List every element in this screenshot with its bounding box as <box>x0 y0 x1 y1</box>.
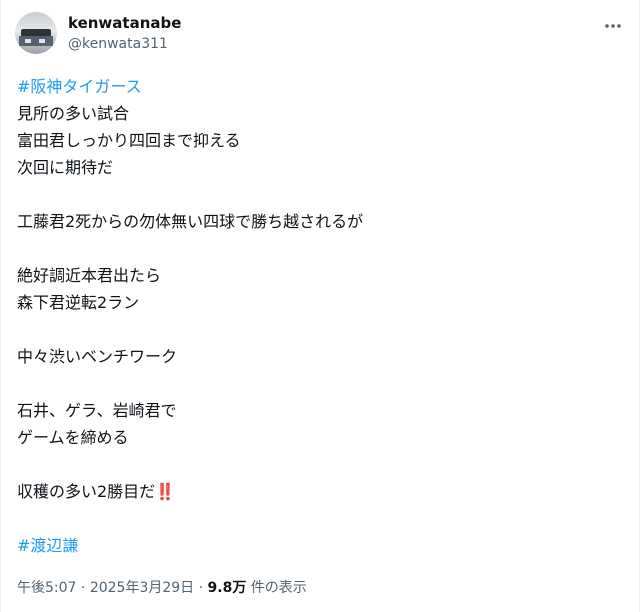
post-text-line: 中々渋いベンチワーク <box>17 343 617 370</box>
post-text-line: 石井、ゲラ、岩崎君で <box>17 397 617 424</box>
post-line-text: 森下君逆転2ラン <box>17 293 140 312</box>
post-text-line: 森下君逆転2ラン <box>17 289 617 316</box>
author-display-name[interactable]: kenwatanabe <box>68 13 181 33</box>
post-text-line: 次回に期待だ <box>17 154 617 181</box>
post-time[interactable]: 午後5:07 <box>17 580 76 596</box>
post-line-text: 絶好調近本君出たら <box>17 266 162 285</box>
post-line-text: 富田君しっかり四回まで抑える <box>17 131 241 150</box>
post-text-line: 見所の多い試合 <box>17 100 617 127</box>
post-line-text: 収穫の多い2勝目だ <box>17 482 156 501</box>
hashtag-link[interactable]: #阪神タイガース <box>17 73 617 100</box>
post-text: #阪神タイガース 見所の多い試合富田君しっかり四回まで抑える 次回に期待だ工藤君2死… <box>17 73 617 559</box>
meta-separator: · <box>76 580 90 596</box>
post-text-line: 絶好調近本君出たら <box>17 262 617 289</box>
post-text-line: 工藤君2死からの勿体無い四球で勝ち越されるが <box>17 208 617 235</box>
double-exclamation-emoji-icon: ‼️ <box>155 482 175 501</box>
hashtag-link[interactable]: #渡辺謙 <box>17 532 617 559</box>
post-line-text: 石井、ゲラ、岩崎君で <box>17 401 177 420</box>
post-line-text: 見所の多い試合 <box>17 104 130 123</box>
author-names: kenwatanabe @kenwata311 <box>68 13 181 54</box>
post-line-text: ゲームを締める <box>17 428 129 447</box>
post-meta: 午後5:07 · 2025年3月29日 · 9.8万 件の表示 <box>17 578 307 598</box>
post-line-text: 工藤君2死からの勿体無い四球で勝ち越されるが <box>17 212 364 231</box>
view-count: 9.8万 <box>207 580 247 596</box>
hashtag-text[interactable]: #阪神タイガース <box>17 77 142 96</box>
more-horizontal-icon[interactable] <box>603 16 623 36</box>
post-header: kenwatanabe @kenwata311 <box>15 12 181 56</box>
post-text-line: 収穫の多い2勝目だ‼️ <box>17 478 617 505</box>
post-text-line: 富田君しっかり四回まで抑える <box>17 127 617 154</box>
avatar[interactable] <box>15 12 57 54</box>
post-line-text: 次回に期待だ <box>17 158 114 177</box>
view-count-label: 件の表示 <box>246 580 307 596</box>
hashtag-text[interactable]: #渡辺謙 <box>17 536 78 555</box>
post-date[interactable]: 2025年3月29日 <box>90 580 194 596</box>
post-card: kenwatanabe @kenwata311 #阪神タイガース 見所の多い試合富… <box>0 0 640 612</box>
author-handle[interactable]: @kenwata311 <box>68 34 181 54</box>
meta-separator: · <box>194 580 208 596</box>
post-text-line: ゲームを締める <box>17 424 617 451</box>
post-line-text: 中々渋いベンチワーク <box>17 347 178 366</box>
